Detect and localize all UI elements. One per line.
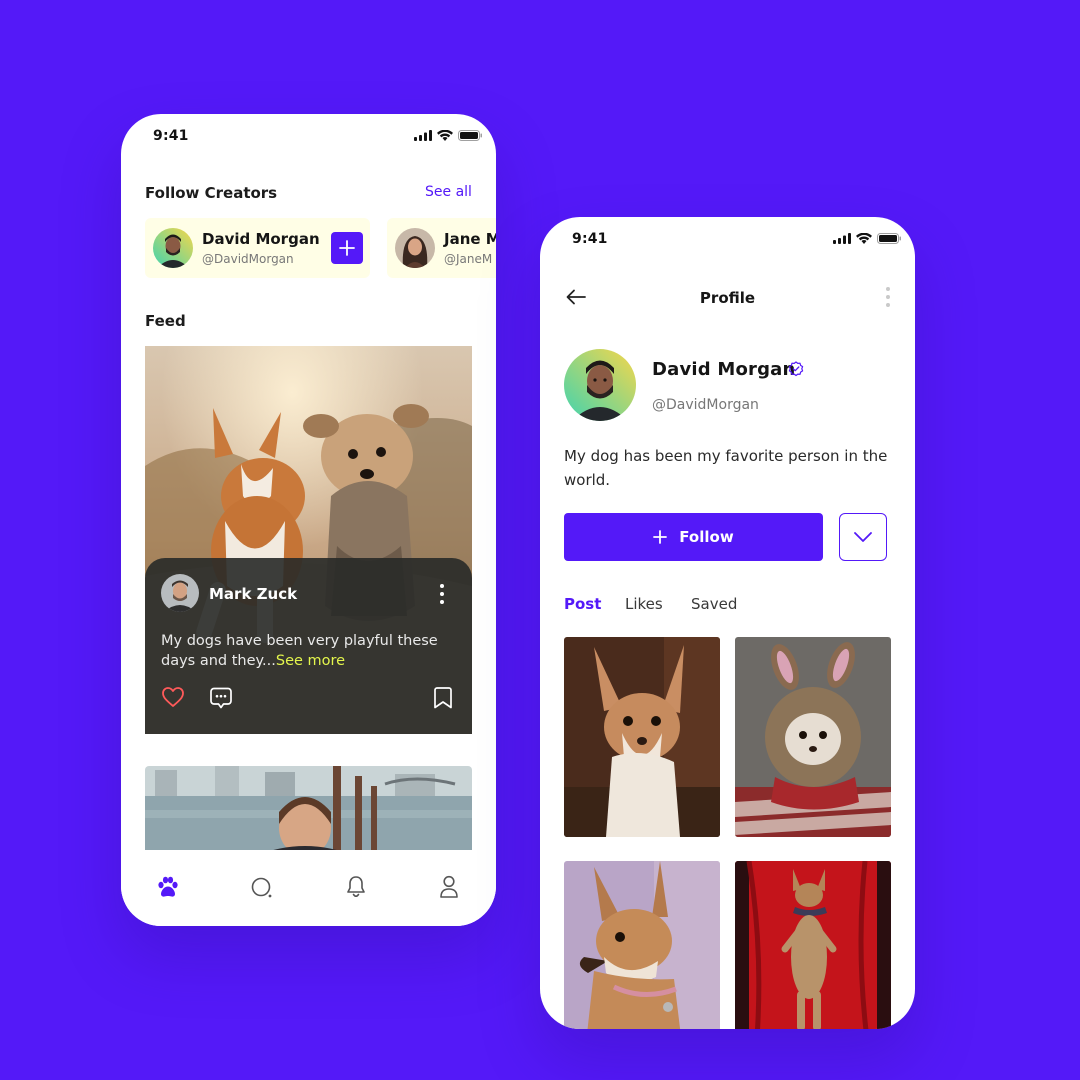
status-icons <box>414 130 482 141</box>
post-thumbnail[interactable] <box>564 861 720 1029</box>
battery-icon <box>877 233 901 244</box>
creator-name: Jane M <box>444 230 496 248</box>
post-overlay: Mark Zuck My dogs have been very playful… <box>145 558 472 734</box>
chevron-down-icon <box>854 532 872 542</box>
creator-card[interactable]: David Morgan @DavidMorgan <box>145 218 370 278</box>
post-image <box>735 861 891 1029</box>
wifi-icon <box>437 130 453 141</box>
post-author-avatar <box>161 574 199 612</box>
plus-icon <box>339 240 355 256</box>
tab-likes[interactable]: Likes <box>625 595 663 613</box>
post-thumbnail[interactable] <box>735 861 891 1029</box>
see-more-link[interactable]: See more <box>276 653 345 669</box>
post-caption: My dogs have been very playful these day… <box>161 631 441 671</box>
profile-handle: @DavidMorgan <box>652 397 759 413</box>
post-thumbnail[interactable] <box>735 637 891 837</box>
follow-creators-title: Follow Creators <box>145 184 278 202</box>
tab-saved[interactable]: Saved <box>691 595 737 613</box>
heart-icon[interactable] <box>161 686 185 708</box>
post-image <box>145 766 472 856</box>
post-thumbnail[interactable] <box>564 637 720 837</box>
post-image <box>564 861 720 1029</box>
signal-icon <box>833 233 851 244</box>
profile-avatar <box>564 349 636 421</box>
more-actions-dropdown[interactable] <box>839 513 887 561</box>
follow-creator-button[interactable] <box>331 232 363 264</box>
post-card[interactable] <box>145 766 472 856</box>
search-icon[interactable] <box>250 876 274 900</box>
bottom-tab-bar <box>121 850 496 926</box>
status-icons <box>833 233 901 244</box>
status-time: 9:41 <box>572 231 608 247</box>
user-icon[interactable] <box>439 875 459 899</box>
creator-name: David Morgan <box>202 230 320 248</box>
page-title: Profile <box>699 289 756 307</box>
more-options-icon[interactable] <box>439 583 445 605</box>
paw-icon[interactable] <box>156 876 180 898</box>
signal-icon <box>414 130 432 141</box>
battery-icon <box>458 130 482 141</box>
follow-button-label: Follow <box>679 528 734 546</box>
comment-icon[interactable] <box>209 686 233 710</box>
avatar <box>153 228 193 268</box>
post-image <box>735 637 891 837</box>
tab-post[interactable]: Post <box>564 595 601 613</box>
profile-screen: 9:41 Profile David Morgan @DavidMorgan M… <box>540 217 915 1029</box>
wifi-icon <box>856 233 872 244</box>
verified-badge-icon <box>788 361 804 377</box>
creator-handle: @DavidMorgan <box>202 252 294 266</box>
bell-icon[interactable] <box>345 875 367 899</box>
avatar <box>395 228 435 268</box>
plus-icon <box>653 530 668 544</box>
more-options-icon[interactable] <box>885 286 891 308</box>
see-all-link[interactable]: See all <box>425 184 472 200</box>
profile-bio: My dog has been my favorite person in th… <box>564 447 888 489</box>
profile-name: David Morgan <box>652 359 796 380</box>
creator-card[interactable]: Jane M @JaneM <box>387 218 496 278</box>
feed-title: Feed <box>145 312 186 330</box>
status-time: 9:41 <box>153 128 189 144</box>
follow-button[interactable]: Follow <box>564 513 823 561</box>
creator-handle: @JaneM <box>444 252 493 266</box>
bookmark-icon[interactable] <box>433 686 453 710</box>
post-author-name[interactable]: Mark Zuck <box>209 585 297 603</box>
post-image <box>564 637 720 837</box>
post-card[interactable]: Mark Zuck My dogs have been very playful… <box>145 346 472 734</box>
feed-screen: 9:41 Follow Creators See all David Morga… <box>121 114 496 926</box>
